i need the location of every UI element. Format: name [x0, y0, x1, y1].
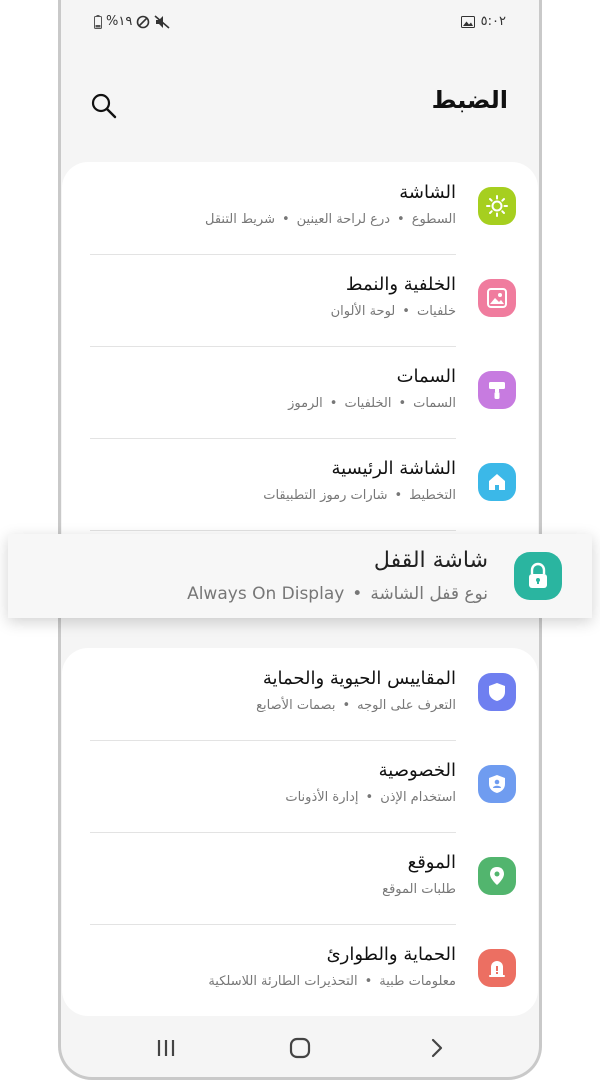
- clock: ٥:٠٢: [480, 14, 506, 29]
- settings-item-title: الخلفية والنمط: [345, 274, 456, 295]
- settings-item-subtitle: معلومات طبية•التحذيرات الطارئة اللاسلكية: [208, 974, 456, 989]
- subtitle-part: شارات رموز التطبيقات: [263, 488, 388, 503]
- mute-icon: [154, 14, 170, 29]
- settings-item-home-screen[interactable]: الشاشة الرئيسية التخطيط•شارات رموز التطب…: [62, 438, 538, 530]
- warning-icon: [478, 949, 516, 987]
- settings-item-subtitle: نوع قفل الشاشة•Always On Display: [187, 584, 488, 604]
- status-bar: %١٩ ٥:٠٢: [76, 14, 524, 38]
- navigation-bar: [76, 1026, 524, 1070]
- settings-item-lock-screen[interactable]: شاشة القفل نوع قفل الشاشة•Always On Disp…: [8, 534, 592, 618]
- settings-item-safety-emergency[interactable]: الحماية والطوارئ معلومات طبية•التحذيرات …: [62, 924, 538, 1016]
- subtitle-part: لوحة الألوان: [330, 304, 396, 319]
- settings-item-display[interactable]: الشاشة السطوع•درع لراحة العينين•شريط الت…: [62, 162, 538, 254]
- settings-card-security: المقاييس الحيوية والحماية التعرف على الو…: [62, 648, 538, 1016]
- home-square-icon: [289, 1037, 311, 1059]
- privacy-shield-icon: [478, 765, 516, 803]
- subtitle-part: درع لراحة العينين: [296, 212, 391, 227]
- status-left: %١٩: [94, 14, 170, 29]
- subtitle-part: طلبات الموقع: [382, 882, 456, 897]
- settings-item-subtitle: طلبات الموقع: [382, 882, 456, 897]
- settings-item-subtitle: خلفيات•لوحة الألوان: [330, 304, 456, 319]
- subtitle-part: التحذيرات الطارئة اللاسلكية: [208, 974, 358, 989]
- settings-item-title: الخصوصية: [378, 760, 456, 781]
- home-button[interactable]: [286, 1034, 314, 1062]
- subtitle-part: خلفيات: [416, 304, 456, 319]
- home-icon: [478, 463, 516, 501]
- back-button[interactable]: [422, 1034, 450, 1062]
- settings-item-subtitle: السمات•الخلفيات•الرموز: [288, 396, 456, 411]
- subtitle-part: Always On Display: [187, 584, 345, 604]
- settings-item-subtitle: السطوع•درع لراحة العينين•شريط التنقل: [204, 212, 456, 227]
- subtitle-part: نوع قفل الشاشة: [370, 584, 488, 604]
- image-icon: [478, 279, 516, 317]
- subtitle-part: استخدام الإذن: [380, 790, 456, 805]
- subtitle-part: بصمات الأصابع: [256, 698, 336, 713]
- settings-card-display: الشاشة السطوع•درع لراحة العينين•شريط الت…: [62, 162, 538, 592]
- chevron-right-icon: [431, 1038, 443, 1058]
- battery-icon: [94, 14, 102, 29]
- subtitle-part: شريط التنقل: [204, 212, 275, 227]
- subtitle-part: الخلفيات: [344, 396, 392, 411]
- settings-item-title: المقاييس الحيوية والحماية: [262, 668, 456, 689]
- subtitle-part: السمات: [413, 396, 456, 411]
- lock-icon: [514, 552, 562, 600]
- status-right: ٥:٠٢: [460, 14, 506, 29]
- divider: [90, 530, 456, 531]
- subtitle-part: إدارة الأذونات: [285, 790, 359, 805]
- settings-item-biometrics[interactable]: المقاييس الحيوية والحماية التعرف على الو…: [62, 648, 538, 740]
- subtitle-part: السطوع: [411, 212, 456, 227]
- recent-apps-icon: [157, 1040, 175, 1056]
- settings-item-privacy[interactable]: الخصوصية استخدام الإذن•إدارة الأذونات: [62, 740, 538, 832]
- header: الضبط: [76, 82, 524, 132]
- settings-item-subtitle: استخدام الإذن•إدارة الأذونات: [285, 790, 456, 805]
- settings-item-subtitle: التعرف على الوجه•بصمات الأصابع: [256, 698, 456, 713]
- subtitle-part: التعرف على الوجه: [357, 698, 456, 713]
- settings-item-title: السمات: [396, 366, 456, 387]
- settings-item-title: الشاشة الرئيسية: [331, 458, 456, 479]
- search-icon[interactable]: [90, 92, 118, 120]
- subtitle-part: الرموز: [288, 396, 323, 411]
- settings-item-title: الحماية والطوارئ: [326, 944, 456, 965]
- gallery-notification-icon: [460, 15, 475, 28]
- subtitle-part: معلومات طبية: [379, 974, 456, 989]
- settings-item-title: شاشة القفل: [373, 548, 488, 573]
- do-not-disturb-icon: [137, 15, 150, 28]
- paint-brush-icon: [478, 371, 516, 409]
- settings-item-title: الموقع: [407, 852, 456, 873]
- shield-icon: [478, 673, 516, 711]
- settings-item-title: الشاشة: [399, 182, 456, 203]
- battery-level: %١٩: [106, 14, 133, 29]
- page-title: الضبط: [431, 86, 508, 114]
- location-pin-icon: [478, 857, 516, 895]
- settings-item-themes[interactable]: السمات السمات•الخلفيات•الرموز: [62, 346, 538, 438]
- sun-icon: [478, 187, 516, 225]
- settings-item-wallpaper[interactable]: الخلفية والنمط خلفيات•لوحة الألوان: [62, 254, 538, 346]
- subtitle-part: التخطيط: [409, 488, 456, 503]
- settings-item-location[interactable]: الموقع طلبات الموقع: [62, 832, 538, 924]
- settings-item-subtitle: التخطيط•شارات رموز التطبيقات: [263, 488, 456, 503]
- recent-apps-button[interactable]: [152, 1034, 180, 1062]
